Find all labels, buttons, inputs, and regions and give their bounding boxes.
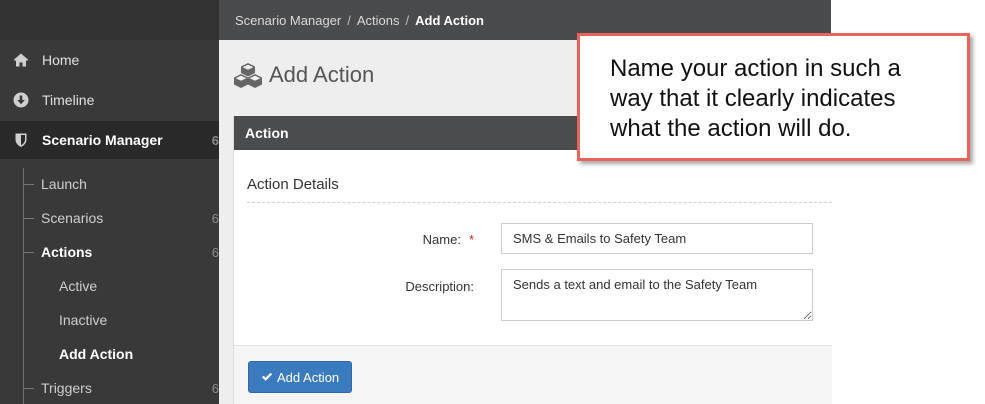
home-icon	[13, 52, 29, 68]
sidebar-item-label: Scenario Manager	[42, 132, 163, 148]
sidebar-item-label: Actions	[41, 244, 93, 260]
required-marker: *	[468, 232, 474, 247]
page-title: Add Action	[233, 62, 374, 88]
sidebar-item-label: Home	[42, 52, 80, 68]
shield-icon	[13, 132, 29, 148]
add-action-button[interactable]: Add Action	[248, 361, 353, 393]
sidebar-item-active[interactable]: Active	[0, 269, 219, 303]
sidebar-item-inactive[interactable]: Inactive	[0, 303, 219, 337]
sidebar-item-label: Scenarios	[41, 210, 104, 226]
sidebar-item-actions[interactable]: Actions 6	[0, 235, 219, 269]
sidebar-item-badge: 6	[211, 133, 219, 148]
sidebar-item-triggers[interactable]: Triggers 6	[0, 371, 219, 404]
breadcrumb-separator: /	[347, 12, 351, 28]
name-input[interactable]	[501, 223, 813, 254]
cubes-icon	[234, 63, 262, 88]
sidebar-item-timeline[interactable]: Timeline	[0, 81, 219, 119]
breadcrumb-scenario-manager[interactable]: Scenario Manager	[235, 13, 341, 28]
section-divider	[247, 202, 832, 203]
sidebar-item-label: Active	[59, 278, 98, 294]
description-input[interactable]: Sends a text and email to the Safety Tea…	[501, 269, 813, 321]
add-action-button-label: Add Action	[277, 369, 340, 385]
sidebar-item-scenarios[interactable]: Scenarios 6	[0, 201, 219, 235]
breadcrumb-separator: /	[405, 12, 410, 28]
sidebar-item-label: Triggers	[41, 380, 92, 396]
sidebar-item-badge: 6	[211, 381, 219, 396]
page-title-text: Add Action	[269, 62, 375, 87]
sidebar: Home Timeline Scenario Manager 6 Launch …	[0, 0, 219, 404]
breadcrumb-add-action: Add Action	[415, 12, 484, 28]
description-label-text: Description:	[405, 279, 474, 294]
sidebar-item-label: Add Action	[59, 346, 134, 362]
sidebar-item-launch[interactable]: Launch	[0, 167, 219, 201]
sidebar-item-home[interactable]: Home	[0, 41, 219, 79]
sidebar-item-label: Inactive	[59, 312, 108, 328]
arrow-circle-down-icon	[13, 92, 29, 108]
annotation-callout: Name your action in such a way that it c…	[577, 33, 970, 161]
breadcrumb-actions[interactable]: Actions	[357, 13, 400, 28]
check-icon	[262, 372, 273, 381]
sidebar-item-scenario-manager[interactable]: Scenario Manager 6	[0, 121, 219, 159]
sidebar-item-badge: 6	[211, 245, 219, 260]
section-title: Action Details	[247, 176, 339, 193]
name-label-text: Name:	[422, 232, 461, 247]
sidebar-item-add-action[interactable]: Add Action	[0, 337, 219, 371]
sidebar-item-label: Timeline	[42, 92, 95, 108]
name-label: Name: *	[334, 232, 474, 247]
sidebar-item-badge: 6	[211, 211, 219, 226]
description-label: Description:	[334, 279, 474, 294]
panel-footer: Add Action	[234, 345, 832, 404]
sidebar-top	[0, 0, 219, 40]
sidebar-item-label: Launch	[41, 176, 87, 192]
